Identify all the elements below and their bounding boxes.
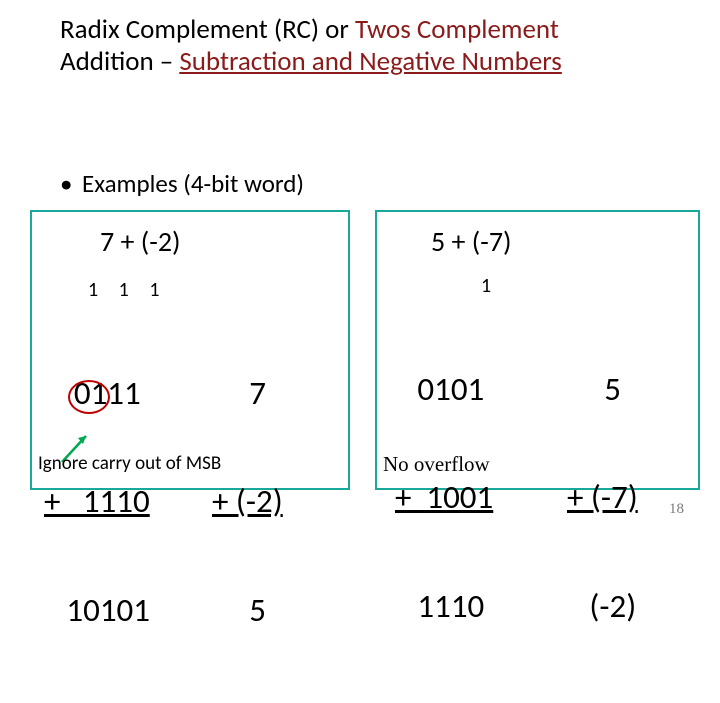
example2-carries: 1 [481,274,499,298]
ex2-bin-row1: 0101 [395,371,493,407]
carry-circle-icon [68,380,110,414]
example1-note: Ignore carry out of MSB [38,452,221,475]
title-line1-plain: Radix Complement (RC) or [60,13,355,46]
example2-decimal: 5 + (-7) (-2) [567,298,638,697]
ex2-dec-row1: 5 [567,371,638,407]
title-line1-red: Twos Complement [355,13,559,46]
example1-decimal: 7 + (-2) 5 [212,302,283,701]
ex2-dec-row2: + (-7) [567,479,638,515]
ex1-dec-row2: + (-2) [212,483,283,519]
bullet-examples: Examples (4-bit word) [82,168,304,199]
title-line2-red: Subtraction and Negative Numbers [179,45,561,78]
title-line2-plain: Addition – [60,45,179,78]
slide-title: Radix Complement (RC) or Twos Complement… [0,0,720,88]
example1-carries: 1 1 1 [88,278,167,302]
example-box-2: 5 + (-7) 1 0101 + 1001 1110 5 + (-7) (-2… [375,210,700,490]
example2-binary: 0101 + 1001 1110 [395,298,493,697]
example2-note: No overflow [383,452,490,477]
example2-heading: 5 + (-7) [431,224,512,259]
ex2-bin-row3: 1110 [395,588,493,624]
example1-heading: 7 + (-2) [100,224,181,259]
page-number: 18 [669,501,684,518]
example-box-1: 7 + (-2) 1 1 1 0111 + 1110 10101 7 + (-2… [30,210,350,490]
ex2-bin-row2: + 1001 [395,479,493,515]
ex1-bin-row3: 10101 [44,592,150,628]
ex1-dec-row3: 5 [212,592,283,628]
ex1-dec-row1: 7 [212,375,283,411]
ex2-dec-row3: (-2) [567,588,638,624]
ex1-bin-row2: + 1110 [44,483,150,519]
example1-binary: 0111 + 1110 10101 [44,302,150,701]
